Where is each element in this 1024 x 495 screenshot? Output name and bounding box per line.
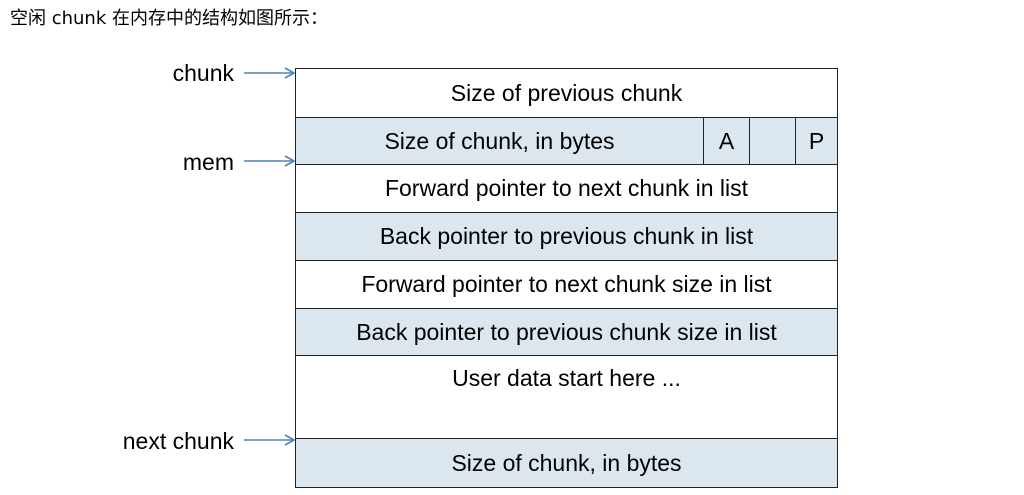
row-bk-label: Back pointer to previous chunk in list <box>379 223 754 249</box>
row-bk: Back pointer to previous chunk in list <box>296 213 837 261</box>
pointer-label-mem: mem <box>182 149 234 175</box>
flag-a-label: A <box>718 127 735 154</box>
arrow-mem-icon <box>244 155 296 167</box>
arrow-chunk-icon <box>244 67 296 79</box>
arrow-next-chunk-icon <box>244 434 296 446</box>
row-next-size-label: Size of chunk, in bytes <box>451 449 682 476</box>
row-size-chunk: Size of chunk, in bytes A P <box>296 118 837 165</box>
row-size-previous: Size of previous chunk <box>296 69 837 118</box>
row-size-previous-label: Size of previous chunk <box>450 79 683 106</box>
row-fd-label: Forward pointer to next chunk in list <box>384 175 749 201</box>
row-fd: Forward pointer to next chunk in list <box>296 165 837 213</box>
row-fd-nextsize-label: Forward pointer to next chunk size in li… <box>361 271 772 297</box>
row-user-data: User data start here ... <box>296 356 837 439</box>
row-fd-nextsize: Forward pointer to next chunk size in li… <box>296 261 837 309</box>
row-bk-nextsize: Back pointer to previous chunk size in l… <box>296 309 837 356</box>
flag-m-cell <box>750 118 796 164</box>
pointer-label-next-chunk: next chunk <box>122 428 234 454</box>
flag-p-label: P <box>808 127 825 154</box>
flag-p-cell: P <box>796 118 837 164</box>
chunk-structure-table: Size of previous chunk Size of chunk, in… <box>295 68 838 488</box>
row-next-size: Size of chunk, in bytes <box>296 439 837 488</box>
caption-text: 空闲 chunk 在内存中的结构如图所示： <box>10 8 328 29</box>
flag-a-cell: A <box>704 118 750 164</box>
size-field: Size of chunk, in bytes <box>296 118 704 164</box>
pointer-label-chunk: chunk <box>172 60 234 86</box>
row-user-data-label: User data start here ... <box>452 365 681 391</box>
size-field-label: Size of chunk, in bytes <box>384 127 615 154</box>
row-bk-nextsize-label: Back pointer to previous chunk size in l… <box>356 318 777 345</box>
